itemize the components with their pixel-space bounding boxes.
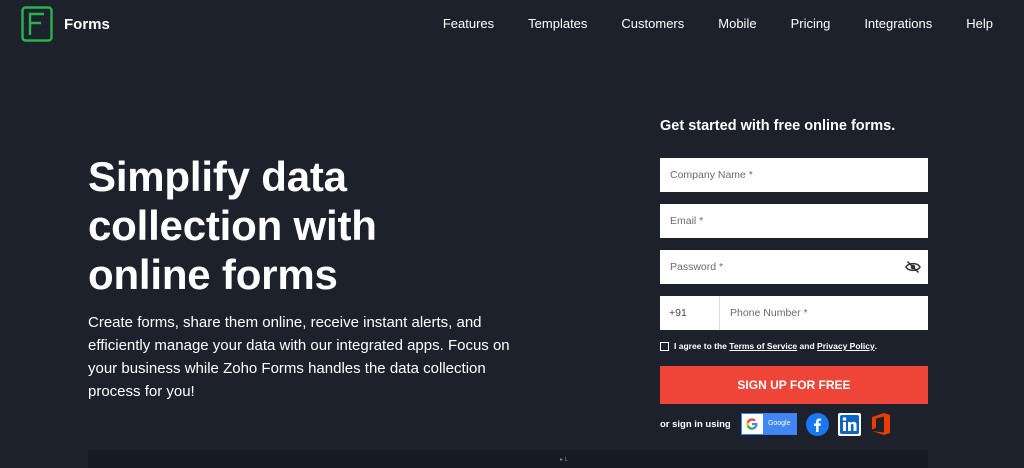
eye-slash-icon[interactable] — [905, 260, 921, 274]
nav-integrations[interactable]: Integrations — [864, 16, 932, 31]
company-name-field — [660, 158, 928, 192]
social-signin: or sign in using Google — [660, 411, 892, 437]
company-name-input[interactable] — [660, 158, 928, 192]
nav-templates[interactable]: Templates — [528, 16, 587, 31]
nav-mobile[interactable]: Mobile — [718, 16, 756, 31]
password-input[interactable] — [660, 250, 928, 284]
agree-suffix: . — [874, 341, 878, 351]
phone-number-input[interactable] — [720, 296, 928, 330]
google-signin-button[interactable]: Google — [740, 413, 797, 435]
privacy-policy-link[interactable]: Privacy Policy — [817, 341, 875, 351]
linkedin-icon[interactable] — [837, 412, 861, 436]
signup-form: Get started with free online forms. +91 … — [660, 112, 928, 436]
password-field — [660, 250, 928, 284]
agree-checkbox[interactable] — [660, 341, 669, 351]
phone-input-wrap — [720, 296, 928, 330]
forms-logo-icon — [21, 6, 53, 42]
email-input[interactable] — [660, 204, 928, 238]
nav-help[interactable]: Help — [966, 16, 993, 31]
agree-prefix: I agree to the — [674, 341, 727, 351]
nav-pricing[interactable]: Pricing — [791, 16, 831, 31]
signup-heading: Get started with free online forms. — [660, 118, 896, 134]
scroll-hint: ▸ L — [560, 457, 569, 463]
nav-customers[interactable]: Customers — [621, 16, 684, 31]
facebook-icon[interactable] — [805, 412, 829, 436]
top-header: Forms Features Templates Customers Mobil… — [0, 0, 1024, 48]
hero-description: Create forms, share them online, receive… — [88, 314, 510, 400]
phone-field: +91 — [660, 296, 928, 330]
main-nav: Features Templates Customers Mobile Pric… — [443, 16, 993, 31]
terms-agreement: I agree to the Terms of Service and Priv… — [660, 341, 877, 351]
brand-name: Forms — [64, 15, 110, 33]
google-label: Google — [762, 414, 796, 434]
email-field — [660, 204, 928, 238]
next-section-preview — [88, 450, 928, 468]
terms-of-service-link[interactable]: Terms of Service — [729, 341, 797, 351]
agree-and: and — [799, 341, 815, 351]
office-icon[interactable] — [870, 412, 892, 436]
nav-features[interactable]: Features — [443, 16, 494, 31]
forms-logo[interactable]: Forms — [21, 6, 110, 42]
hero-title: Simplify data collection with online for… — [88, 153, 377, 298]
sign-up-button[interactable]: SIGN UP FOR FREE — [660, 366, 928, 404]
signin-label: or sign in using — [660, 418, 731, 430]
country-code-select[interactable]: +91 — [660, 296, 720, 330]
google-icon — [742, 414, 763, 434]
